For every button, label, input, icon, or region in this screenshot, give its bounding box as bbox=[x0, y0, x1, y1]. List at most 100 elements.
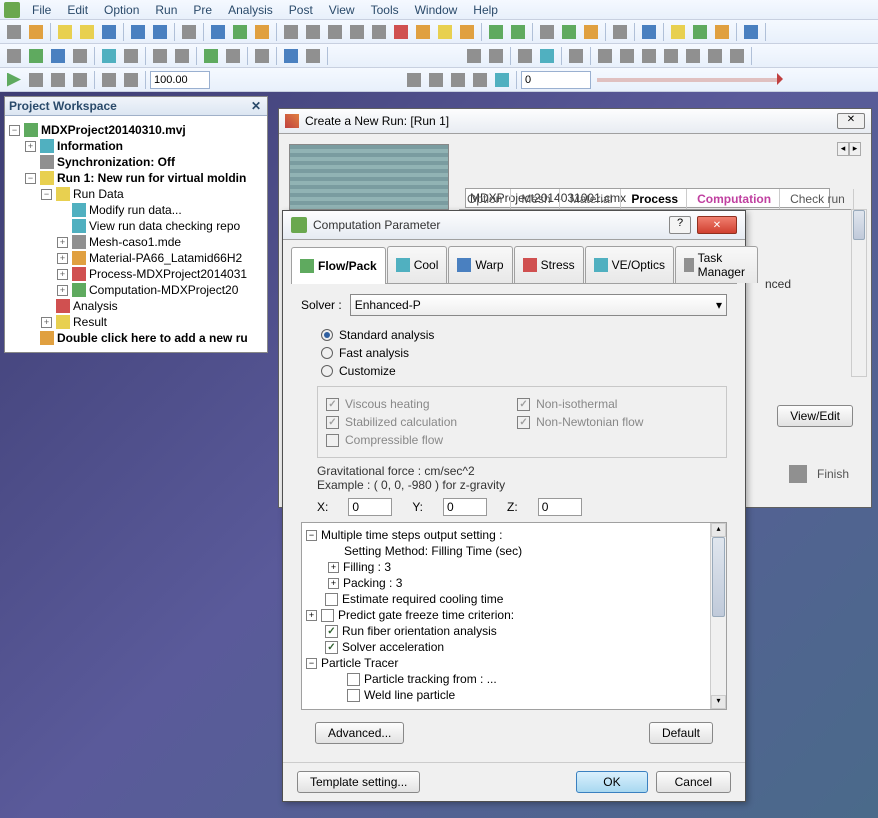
menu-edit[interactable]: Edit bbox=[59, 1, 96, 19]
tree-add[interactable]: Double click here to add a new ru bbox=[9, 330, 263, 346]
tree-run1[interactable]: − Run 1: New run for virtual moldin bbox=[9, 170, 263, 186]
tb2-grad-icon[interactable] bbox=[537, 46, 557, 66]
expand-icon[interactable]: − bbox=[306, 658, 317, 669]
scroll-thumb[interactable] bbox=[712, 537, 725, 617]
tb-cube2-icon[interactable] bbox=[303, 22, 323, 42]
tb3-slider[interactable] bbox=[597, 78, 777, 82]
tb-save-icon[interactable] bbox=[128, 22, 148, 42]
radio-fast[interactable]: Fast analysis bbox=[301, 344, 727, 362]
tb2-layer-icon[interactable] bbox=[515, 46, 535, 66]
tab-task[interactable]: Task Manager bbox=[675, 246, 758, 283]
menu-option[interactable]: Option bbox=[96, 1, 147, 19]
tb3-pause-icon[interactable] bbox=[26, 70, 46, 90]
tb2-view-icon[interactable] bbox=[566, 46, 586, 66]
expand-icon[interactable]: + bbox=[41, 317, 52, 328]
expand-icon[interactable]: + bbox=[306, 610, 317, 621]
menu-view[interactable]: View bbox=[321, 1, 363, 19]
tab-left-icon[interactable]: ◂ bbox=[837, 142, 849, 156]
tb-mail-icon[interactable] bbox=[668, 22, 688, 42]
tb-cube1-icon[interactable] bbox=[281, 22, 301, 42]
tb2-tri-icon[interactable] bbox=[48, 46, 68, 66]
tab-warp[interactable]: Warp bbox=[448, 246, 512, 283]
tb-cube3-icon[interactable] bbox=[325, 22, 345, 42]
radio-customize[interactable]: Customize bbox=[301, 362, 727, 380]
tb3-play-icon[interactable] bbox=[4, 70, 24, 90]
tb-open-icon[interactable] bbox=[26, 22, 46, 42]
tb2-cursor-icon[interactable] bbox=[150, 46, 170, 66]
tb-doc-icon[interactable] bbox=[99, 22, 119, 42]
tb-green-icon[interactable] bbox=[486, 22, 506, 42]
tb3-gray3-icon[interactable] bbox=[448, 70, 468, 90]
tb-truck-icon[interactable] bbox=[610, 22, 630, 42]
tree-root[interactable]: − MDXProject20140310.mvj bbox=[9, 122, 263, 138]
menu-file[interactable]: File bbox=[24, 1, 59, 19]
advanced-button[interactable]: Advanced... bbox=[315, 722, 404, 744]
view-edit-button[interactable]: View/Edit bbox=[777, 405, 853, 427]
check-solver-accel[interactable]: ✓ bbox=[325, 641, 338, 654]
tb2-cube-icon[interactable] bbox=[464, 46, 484, 66]
tb2-3d2-icon[interactable] bbox=[617, 46, 637, 66]
expand-icon[interactable]: − bbox=[306, 530, 317, 541]
tree-material[interactable]: + Material-PA66_Latamid66H2 bbox=[9, 250, 263, 266]
tb3-gray4-icon[interactable] bbox=[470, 70, 490, 90]
solver-dropdown[interactable]: Enhanced-P ▾ bbox=[350, 294, 727, 316]
menu-tools[interactable]: Tools bbox=[363, 1, 407, 19]
tb2-chart-icon[interactable] bbox=[99, 46, 119, 66]
run-tab-material[interactable]: Material bbox=[562, 189, 622, 209]
expand-icon[interactable]: + bbox=[328, 578, 339, 589]
run-tab-option[interactable]: Option bbox=[459, 189, 511, 209]
check-fiber[interactable]: ✓ bbox=[325, 625, 338, 638]
check-estimate-cooling[interactable] bbox=[325, 593, 338, 606]
list-scrollbar[interactable]: ▴ ▾ bbox=[710, 523, 726, 709]
tb2-3d6-icon[interactable] bbox=[705, 46, 725, 66]
dialog-close-icon[interactable]: ✕ bbox=[697, 216, 737, 234]
tb-table-icon[interactable] bbox=[639, 22, 659, 42]
tb2-zoom-icon[interactable] bbox=[252, 46, 272, 66]
tb2-ruler-icon[interactable] bbox=[223, 46, 243, 66]
tree-sync[interactable]: Synchronization: Off bbox=[9, 154, 263, 170]
radio-icon[interactable] bbox=[321, 365, 333, 377]
tb2-3d4-icon[interactable] bbox=[661, 46, 681, 66]
check-weldline[interactable] bbox=[347, 689, 360, 702]
tb3-rec-icon[interactable] bbox=[99, 70, 119, 90]
tb3-gray2-icon[interactable] bbox=[426, 70, 446, 90]
tb2-3d7-icon[interactable] bbox=[727, 46, 747, 66]
cancel-button[interactable]: Cancel bbox=[656, 771, 731, 793]
tb-cube4-icon[interactable] bbox=[347, 22, 367, 42]
radio-icon[interactable] bbox=[321, 347, 333, 359]
run-scrollbar[interactable] bbox=[851, 209, 867, 377]
tree-mesh[interactable]: + Mesh-caso1.mde bbox=[9, 234, 263, 250]
expand-icon[interactable]: − bbox=[9, 125, 20, 136]
expand-icon[interactable]: + bbox=[328, 562, 339, 573]
tree-info[interactable]: + Information bbox=[9, 138, 263, 154]
tab-stress[interactable]: Stress bbox=[514, 246, 584, 283]
tb2-shape-icon[interactable] bbox=[70, 46, 90, 66]
tb3-fwd-icon[interactable] bbox=[70, 70, 90, 90]
menu-analysis[interactable]: Analysis bbox=[220, 1, 281, 19]
menu-window[interactable]: Window bbox=[407, 1, 466, 19]
menu-help[interactable]: Help bbox=[465, 1, 506, 19]
tree-result[interactable]: + Result bbox=[9, 314, 263, 330]
tb-redcube-icon[interactable] bbox=[391, 22, 411, 42]
tb2-3d3-icon[interactable] bbox=[639, 46, 659, 66]
check-predict-gate[interactable] bbox=[321, 609, 334, 622]
scroll-up-icon[interactable]: ▴ bbox=[711, 523, 726, 537]
scrollbar-thumb[interactable] bbox=[853, 210, 865, 240]
tb2-scissors-icon[interactable] bbox=[4, 46, 24, 66]
run-tab-mesh[interactable]: Mesh bbox=[513, 189, 559, 209]
tree-computation[interactable]: + Computation-MDXProject20 bbox=[9, 282, 263, 298]
tb-arrow-icon[interactable] bbox=[252, 22, 272, 42]
run-tab-computation[interactable]: Computation bbox=[689, 189, 780, 209]
default-button[interactable]: Default bbox=[649, 722, 713, 744]
run-close-icon[interactable]: ✕ bbox=[837, 113, 865, 129]
tb-folder-icon[interactable] bbox=[55, 22, 75, 42]
tab-ve[interactable]: VE/Optics bbox=[585, 246, 674, 283]
tb-saveall-icon[interactable] bbox=[150, 22, 170, 42]
tb-tan-icon[interactable] bbox=[413, 22, 433, 42]
tree-modify[interactable]: Modify run data... bbox=[9, 202, 263, 218]
tb-chart-icon[interactable] bbox=[690, 22, 710, 42]
check-particle-tracking[interactable] bbox=[347, 673, 360, 686]
tb2-tool-icon[interactable] bbox=[172, 46, 192, 66]
tb3-cam-icon[interactable] bbox=[121, 70, 141, 90]
gravity-z-input[interactable] bbox=[538, 498, 582, 516]
